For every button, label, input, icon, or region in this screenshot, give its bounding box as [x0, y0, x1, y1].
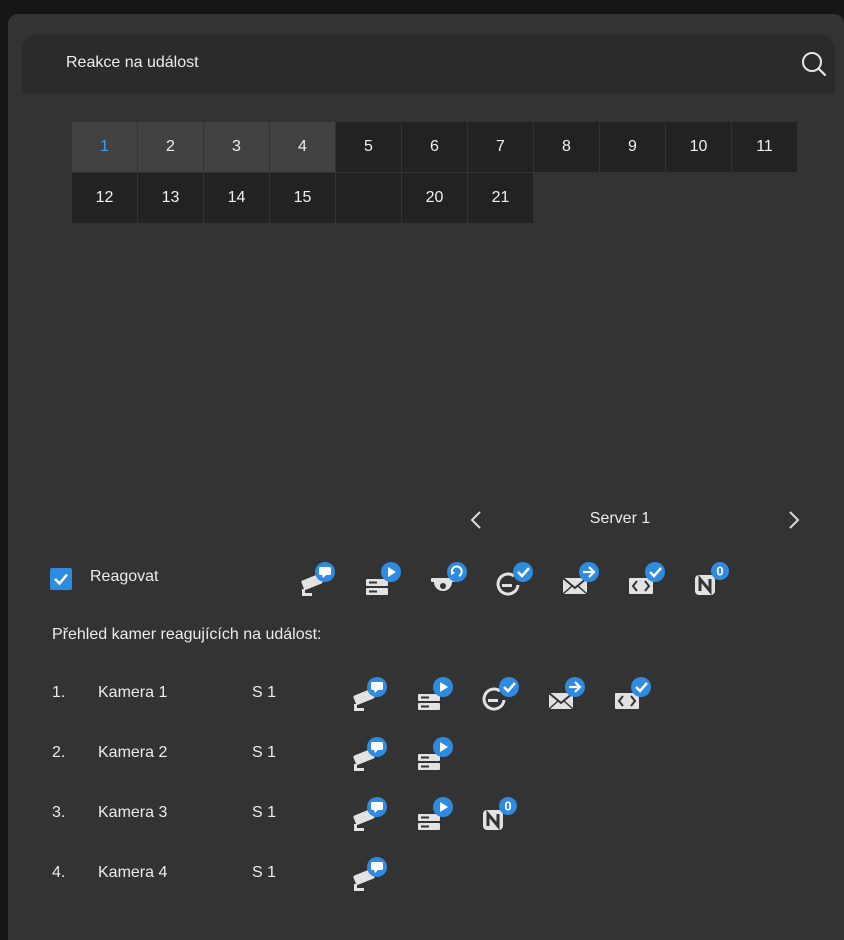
camera-index: 3. [52, 804, 66, 821]
svg-text:0: 0 [504, 799, 511, 814]
grid-cell-21[interactable]: 21 [468, 173, 533, 223]
notification-badge-icon[interactable]: 0 [480, 796, 546, 832]
camera-message-icon[interactable] [348, 736, 414, 772]
grid-cell-12[interactable]: 12 [72, 173, 137, 223]
grid-cell-11[interactable]: 11 [732, 122, 797, 172]
grid-cell-6[interactable]: 6 [402, 122, 467, 172]
email-send-icon[interactable] [560, 561, 626, 601]
camera-message-icon[interactable] [348, 676, 414, 712]
grid-cell-15[interactable]: 15 [270, 173, 335, 223]
email-send-icon[interactable] [546, 676, 612, 712]
grid-cell-13[interactable]: 13 [138, 173, 203, 223]
grid-cell-20[interactable]: 20 [402, 173, 467, 223]
react-checkbox[interactable] [50, 568, 72, 590]
panel-title: Reakce na událost [66, 54, 199, 71]
code-check-icon[interactable] [612, 676, 678, 712]
search-button[interactable] [797, 50, 831, 80]
grid-cell-10[interactable]: 10 [666, 122, 731, 172]
server-prev-button[interactable] [466, 506, 486, 534]
server-label: Server 1 [589, 510, 651, 527]
camera-server: S 1 [252, 744, 277, 761]
preset-check-icon[interactable] [494, 561, 560, 601]
svg-text:0: 0 [716, 564, 723, 579]
camera-index: 1. [52, 684, 66, 701]
camera-server: S 1 [252, 804, 277, 821]
camera-message-icon[interactable] [296, 561, 362, 601]
camera-message-icon[interactable] [348, 856, 414, 892]
camera-message-icon[interactable] [348, 796, 414, 832]
camera-name: Kamera 1 [98, 684, 168, 701]
camera-server: S 1 [252, 864, 277, 881]
camera-name: Kamera 4 [98, 864, 168, 881]
grid-cell-empty [336, 173, 401, 223]
camera-row: 2. Kamera 2 S 1 [52, 736, 752, 772]
chevron-left-icon [470, 511, 481, 529]
server-next-button[interactable] [784, 506, 804, 534]
event-number-grid: 1 2 3 4 5 6 7 8 9 10 11 12 13 14 15 20 21 [72, 122, 797, 223]
camera-reaction-icons [348, 856, 414, 892]
camera-reaction-icons: 0 [348, 796, 546, 832]
checkmark-icon [54, 573, 68, 586]
notification-badge-icon[interactable]: 0 [692, 561, 758, 601]
grid-cell-14[interactable]: 14 [204, 173, 269, 223]
grid-cell-1[interactable]: 1 [72, 122, 137, 172]
recorder-play-icon[interactable] [414, 796, 480, 832]
grid-cell-9[interactable]: 9 [600, 122, 665, 172]
grid-cell-8[interactable]: 8 [534, 122, 599, 172]
camera-server: S 1 [252, 684, 277, 701]
camera-reaction-icons [348, 736, 480, 772]
panel-header: Reakce na událost [22, 34, 835, 94]
overview-title: Přehled kamer reagujících na událost: [52, 626, 322, 643]
camera-name: Kamera 3 [98, 804, 168, 821]
camera-index: 2. [52, 744, 66, 761]
camera-row: 3. Kamera 3 S 1 0 [52, 796, 752, 832]
grid-cell-4[interactable]: 4 [270, 122, 335, 172]
preset-check-icon[interactable] [480, 676, 546, 712]
recorder-play-icon[interactable] [362, 561, 428, 601]
react-label[interactable]: Reagovat [90, 568, 159, 586]
dome-camera-rotate-icon[interactable] [428, 561, 494, 601]
camera-row: 1. Kamera 1 S 1 [52, 676, 752, 712]
recorder-play-icon[interactable] [414, 736, 480, 772]
camera-index: 4. [52, 864, 66, 881]
code-check-icon[interactable] [626, 561, 692, 601]
grid-cell-5[interactable]: 5 [336, 122, 401, 172]
recorder-play-icon[interactable] [414, 676, 480, 712]
search-icon [802, 52, 827, 77]
grid-cell-7[interactable]: 7 [468, 122, 533, 172]
camera-reaction-icons [348, 676, 678, 712]
camera-row: 4. Kamera 4 S 1 [52, 856, 752, 892]
grid-cell-2[interactable]: 2 [138, 122, 203, 172]
camera-name: Kamera 2 [98, 744, 168, 761]
chevron-right-icon [789, 511, 800, 529]
grid-cell-3[interactable]: 3 [204, 122, 269, 172]
reaction-type-icons: 0 [296, 561, 758, 601]
